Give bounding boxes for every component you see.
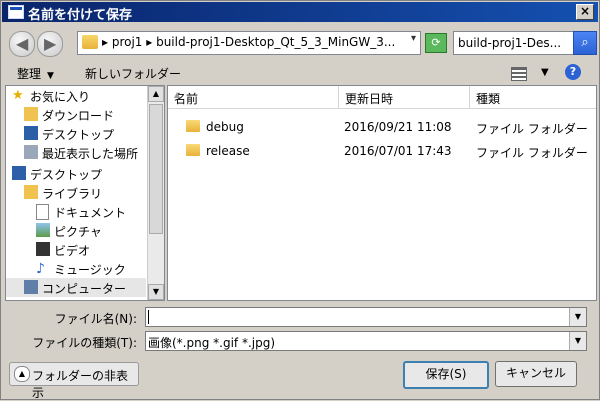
forward-button[interactable]: ▶ bbox=[37, 31, 63, 57]
filetype-label: ファイルの種類(T): bbox=[32, 336, 137, 350]
new-folder-button[interactable]: 新しいフォルダー bbox=[85, 65, 181, 82]
back-arrow-icon: ◀ bbox=[16, 34, 29, 53]
star-icon: ★ bbox=[12, 88, 24, 103]
chevron-down-icon[interactable]: ▼ bbox=[569, 332, 586, 350]
organize-label: 整理 bbox=[17, 67, 42, 81]
file-name: debug bbox=[206, 120, 244, 134]
tree-item-computer[interactable]: コンピューター bbox=[6, 278, 146, 297]
folder-icon bbox=[186, 144, 200, 156]
file-type: ファイル フォルダー bbox=[476, 146, 588, 160]
hide-folders-label: フォルダーの非表示 bbox=[32, 369, 129, 400]
chevron-up-icon: ▲ bbox=[14, 366, 30, 382]
cancel-button[interactable]: キャンセル bbox=[495, 361, 577, 387]
folder-icon bbox=[186, 120, 200, 132]
column-header-date[interactable]: 更新日時 bbox=[339, 86, 470, 109]
filetype-row: ファイルの種類(T): 画像(*.png *.gif *.jpg) ▼ bbox=[1, 330, 599, 352]
scroll-thumb[interactable] bbox=[149, 104, 163, 234]
filetype-select[interactable]: 画像(*.png *.gif *.jpg) ▼ bbox=[145, 331, 587, 351]
file-date: 2016/07/01 17:43 bbox=[344, 144, 452, 158]
filename-label: ファイル名(N): bbox=[54, 312, 137, 326]
text-caret bbox=[148, 310, 149, 324]
tree-item-desktop[interactable]: デスクトップ bbox=[6, 164, 146, 183]
tree-item-desktop-fav[interactable]: デスクトップ bbox=[6, 124, 146, 143]
library-icon bbox=[24, 185, 38, 199]
chevron-down-icon[interactable]: ▼ bbox=[569, 308, 586, 326]
pictures-icon bbox=[36, 223, 50, 237]
filename-input[interactable]: ▼ bbox=[145, 307, 587, 327]
tree-item-videos[interactable]: ビデオ bbox=[6, 240, 146, 259]
address-path[interactable]: ▸ proj1 ▸ build-proj1-Desktop_Qt_5_3_Min… bbox=[102, 35, 395, 49]
command-bar: 整理 ▼ 新しいフォルダー ▼ ? bbox=[5, 61, 595, 85]
tree-item-favorites[interactable]: ★ お気に入り bbox=[6, 86, 146, 105]
column-header-name[interactable]: 名前 ▲ bbox=[168, 86, 339, 109]
file-type: ファイル フォルダー bbox=[476, 122, 588, 136]
address-bar[interactable]: ▸ proj1 ▸ build-proj1-Desktop_Qt_5_3_Min… bbox=[77, 31, 421, 55]
tree-item-libraries[interactable]: ライブラリ bbox=[6, 183, 146, 202]
tree-item-documents[interactable]: ドキュメント bbox=[6, 202, 146, 221]
tree-item-music[interactable]: ♪ ミュージック bbox=[6, 259, 146, 278]
chevron-down-icon: ▼ bbox=[47, 71, 54, 81]
download-folder-icon bbox=[24, 107, 38, 121]
forward-arrow-icon: ▶ bbox=[44, 34, 57, 53]
desktop-icon bbox=[12, 166, 26, 180]
hide-folders-button[interactable]: ▲ フォルダーの非表示 bbox=[9, 362, 139, 400]
file-list: 名前 ▲ 更新日時 種類 debug 2016/09/21 11:08 ファイル … bbox=[167, 85, 597, 301]
search-input[interactable]: build-proj1-Des... bbox=[453, 31, 575, 55]
navigation-pane: ★ お気に入り ダウンロード デスクトップ 最近表示した場所 デスクトップ ライブ… bbox=[5, 85, 165, 301]
view-dropdown-icon[interactable]: ▼ bbox=[541, 67, 549, 78]
scroll-down-button[interactable]: ▼ bbox=[148, 284, 164, 300]
title-bar: 名前を付けて保存 × bbox=[2, 2, 598, 23]
save-button[interactable]: 保存(S) bbox=[403, 361, 489, 389]
recent-places-icon bbox=[24, 145, 38, 159]
tree-item-recent[interactable]: 最近表示した場所 bbox=[6, 143, 146, 162]
search-icon[interactable]: ⌕ bbox=[573, 31, 597, 55]
folder-icon bbox=[82, 35, 98, 49]
file-row-debug[interactable]: debug 2016/09/21 11:08 ファイル フォルダー bbox=[168, 115, 596, 139]
back-button[interactable]: ◀ bbox=[9, 31, 35, 57]
refresh-button[interactable]: ⟳ bbox=[425, 33, 447, 53]
close-button[interactable]: × bbox=[576, 4, 594, 20]
scroll-up-button[interactable]: ▲ bbox=[148, 86, 164, 102]
sort-ascending-icon: ▲ bbox=[174, 90, 181, 99]
filename-row: ファイル名(N): ▼ bbox=[1, 306, 599, 328]
tree-item-pictures[interactable]: ピクチャ bbox=[6, 221, 146, 240]
help-icon[interactable]: ? bbox=[565, 64, 581, 80]
window-icon bbox=[8, 5, 24, 19]
file-name: release bbox=[206, 144, 250, 158]
navigation-bar: ◀ ▶ ▸ proj1 ▸ build-proj1-Desktop_Qt_5_3… bbox=[1, 27, 599, 59]
documents-icon bbox=[36, 204, 49, 220]
desktop-icon bbox=[24, 126, 38, 140]
navigation-scrollbar[interactable]: ▲ ▼ bbox=[147, 86, 164, 300]
organize-button[interactable]: 整理 ▼ bbox=[17, 65, 54, 82]
filetype-value: 画像(*.png *.gif *.jpg) bbox=[148, 336, 276, 350]
save-as-dialog: 名前を付けて保存 × ◀ ▶ ▸ proj1 ▸ build-proj1-Des… bbox=[0, 0, 600, 400]
videos-icon bbox=[36, 242, 50, 256]
music-icon: ♪ bbox=[36, 261, 45, 277]
file-date: 2016/09/21 11:08 bbox=[344, 120, 452, 134]
view-options-icon[interactable] bbox=[511, 67, 527, 81]
search-value: build-proj1-Des... bbox=[458, 36, 562, 50]
window-title: 名前を付けて保存 bbox=[28, 8, 133, 23]
column-header-type[interactable]: 種類 bbox=[470, 86, 596, 109]
file-row-release[interactable]: release 2016/07/01 17:43 ファイル フォルダー bbox=[168, 139, 596, 163]
address-dropdown-icon[interactable]: ▾ bbox=[411, 33, 416, 44]
computer-icon bbox=[24, 280, 38, 294]
tree-item-downloads[interactable]: ダウンロード bbox=[6, 105, 146, 124]
